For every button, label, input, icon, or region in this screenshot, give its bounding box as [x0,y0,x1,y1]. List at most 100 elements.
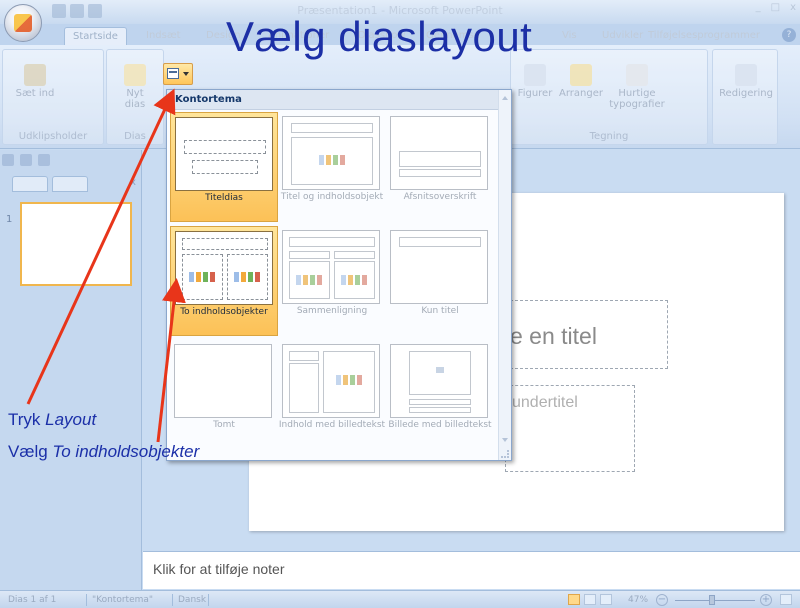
shapes-label: Figurer [517,88,553,99]
quick-styles-button[interactable]: Hurtige typografier [609,64,665,110]
instruction-step-1: Tryk Layout [8,410,96,430]
shapes-icon [524,64,546,86]
normal-view-icon[interactable] [568,594,580,605]
tutorial-heading: Vælg diaslayout [226,13,533,60]
title-box [291,123,373,133]
layout-titeldias[interactable]: Titeldias [170,112,278,222]
step-1-text: Tryk [8,410,46,429]
editing-label: Redigering [719,88,773,99]
quick-styles-icon [626,64,648,86]
picture-icon [436,367,444,373]
step-1-emphasis: Layout [45,410,97,429]
arrange-button[interactable]: Arranger [559,64,603,99]
layout-label: Indhold med billedtekst [278,420,386,430]
binoculars-icon [735,64,757,86]
close-button[interactable]: x [790,2,796,13]
close-icon[interactable]: x [130,177,136,188]
tab-indsaet[interactable]: Indsæt [138,27,189,46]
subtitle-box [192,160,258,174]
zoom-out-icon[interactable]: − [656,594,668,606]
new-slide-icon [124,64,146,86]
zoom-level[interactable]: 47% [628,595,648,605]
zoom-slider-thumb[interactable] [709,595,715,605]
layout-to-indholdsobjekter[interactable]: To indholdsobjekter [170,226,278,336]
text-box [399,169,481,177]
step-2-emphasis: To indholdsobjekter [52,442,200,461]
new-slide-button[interactable]: Nyt dias [115,64,155,110]
layout-button[interactable] [163,63,193,85]
paste-button[interactable]: Sæt ind [15,64,55,99]
help-icon[interactable]: ? [782,28,796,42]
layout-label: Kun titel [421,306,459,316]
paste-label: Sæt ind [15,88,55,99]
layout-billede-med-billedtekst[interactable]: Billede med billedtekst [386,340,494,450]
tab-outline[interactable] [52,176,88,192]
minimize-button[interactable]: _ [756,2,761,13]
window-controls: _ □ x [756,2,796,13]
layout-thumbnail [390,116,488,190]
undo-icon[interactable] [20,154,32,166]
layout-indhold-med-billedtekst[interactable]: Indhold med billedtekst [278,340,386,450]
redo-icon[interactable] [38,154,50,166]
maximize-button[interactable]: □ [771,2,780,13]
layout-kun-titel[interactable]: Kun titel [386,226,494,336]
chevron-down-icon [183,72,189,76]
layout-icon [167,68,179,79]
subtitle-placeholder[interactable]: undertitel [505,385,635,472]
layout-thumbnail [175,117,273,191]
scroll-down-icon[interactable] [502,438,508,442]
slide-sorter-icon[interactable] [584,594,596,605]
arrange-label: Arranger [559,88,603,99]
slide-number: 1 [6,214,13,225]
status-bar: Dias 1 af 1 "Kontortema" Dansk 47% − + [0,590,800,608]
slides-pane: x 1 [0,150,142,590]
slides-group-label: Dias [124,131,146,142]
clipboard-group: Sæt ind Udklipsholder [2,49,104,145]
language-indicator[interactable]: Dansk [178,595,206,605]
clipboard-group-label: Udklipsholder [18,131,88,142]
tab-slides[interactable] [12,176,48,192]
drawing-group: Figurer Arranger Hurtige typografier Teg… [510,49,708,145]
slideshow-view-icon[interactable] [600,594,612,605]
picture-box [409,351,471,395]
layout-titel-og-indholdsobjekt[interactable]: Titel og indholdsobjekt [278,112,386,222]
scroll-up-icon[interactable] [502,96,508,100]
fit-to-window-icon[interactable] [780,594,792,605]
right-heading-box [334,251,375,259]
heading-box [399,151,481,167]
layout-afsnitsoverskrift[interactable]: Afsnitsoverskrift [386,112,494,222]
tab-tilfoejelsesprogrammer[interactable]: Tilføjelsesprogrammer [640,27,768,46]
layout-label: Titeldias [205,193,243,203]
title-box [182,238,268,250]
office-logo-icon [14,14,32,32]
zoom-slider[interactable] [675,600,755,601]
layout-tomt[interactable]: Tomt [170,340,278,450]
save-icon[interactable] [2,154,14,166]
resize-grip-icon[interactable] [501,450,509,458]
caption-box [289,363,319,413]
status-divider [172,594,173,606]
slide-thumbnail[interactable] [20,202,132,286]
notes-pane[interactable]: Klik for at tilføje noter [143,551,800,589]
tab-startside[interactable]: Startside [64,27,127,46]
shapes-button[interactable]: Figurer [513,64,557,99]
step-2-text: Vælg [8,442,53,461]
layout-sammenligning[interactable]: Sammenligning [278,226,386,336]
layout-label: Sammenligning [296,306,368,316]
layout-thumbnail [174,344,272,418]
layout-thumbnail [282,344,380,418]
layout-label: Tomt [213,420,235,430]
tab-vis[interactable]: Vis [554,27,585,46]
zoom-in-icon[interactable]: + [760,594,772,606]
instruction-step-2: Vælg To indholdsobjekter [8,442,199,462]
layout-label: Billede med billedtekst [388,420,492,430]
layout-thumbnail [282,230,380,304]
gallery-scrollbar[interactable] [498,90,511,460]
office-button[interactable] [4,4,42,42]
layout-thumbnail [282,116,380,190]
editing-button[interactable]: Redigering [715,64,777,99]
arrange-icon [570,64,592,86]
new-slide-label: Nyt dias [124,88,146,110]
editing-group: Redigering [712,49,778,145]
pane-tabs: x [12,176,140,192]
